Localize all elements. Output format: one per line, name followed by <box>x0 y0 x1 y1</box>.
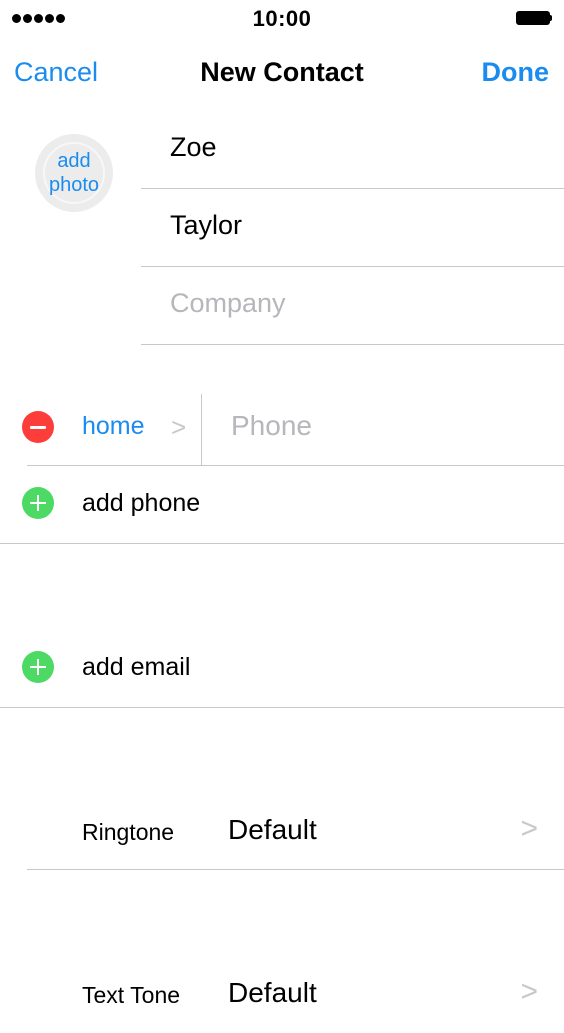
status-time: 10:00 <box>252 6 312 31</box>
phone-input[interactable]: Phone <box>231 410 312 442</box>
add-email-label[interactable]: add email <box>82 653 190 682</box>
add-photo-button[interactable]: add photo <box>35 134 113 212</box>
add-phone-row[interactable]: add phone <box>0 466 564 544</box>
text-tone-row[interactable]: Text Tone Default > <box>0 955 564 1033</box>
phone-row: home > Phone <box>0 388 564 466</box>
chevron-right-icon[interactable]: > <box>171 412 186 443</box>
add-phone-label[interactable]: add phone <box>82 489 200 518</box>
company-placeholder: Company <box>170 288 286 318</box>
add-email-row[interactable]: add email <box>0 630 564 708</box>
remove-phone-button[interactable] <box>22 411 54 443</box>
last-name-value: Taylor <box>170 210 243 240</box>
divider <box>27 869 564 870</box>
divider <box>0 543 564 544</box>
first-name-value: Zoe <box>170 132 217 162</box>
add-photo-label-line1: add <box>57 150 91 172</box>
ringtone-row[interactable]: Ringtone Default > <box>0 792 564 870</box>
company-field[interactable]: Company <box>141 268 564 345</box>
chevron-right-icon: > <box>520 975 538 1008</box>
divider <box>0 707 564 708</box>
text-tone-label: Text Tone <box>82 982 181 1008</box>
ringtone-label: Ringtone <box>82 819 175 845</box>
nav-bar: Cancel New Contact Done <box>0 48 564 102</box>
phone-label-selector[interactable]: home <box>82 412 145 441</box>
add-photo-label-line2: photo <box>48 174 100 196</box>
divider <box>201 394 202 466</box>
page-title: New Contact <box>200 57 364 87</box>
battery-icon <box>516 11 552 27</box>
first-name-field[interactable]: Zoe <box>141 112 564 189</box>
ringtone-value: Default <box>228 814 317 845</box>
add-email-icon[interactable] <box>22 651 54 683</box>
chevron-right-icon: > <box>520 812 538 845</box>
done-button[interactable]: Done <box>482 57 550 88</box>
last-name-field[interactable]: Taylor <box>141 190 564 267</box>
add-phone-icon[interactable] <box>22 487 54 519</box>
status-bar: 10:00 <box>0 0 564 36</box>
text-tone-value: Default <box>228 977 317 1008</box>
